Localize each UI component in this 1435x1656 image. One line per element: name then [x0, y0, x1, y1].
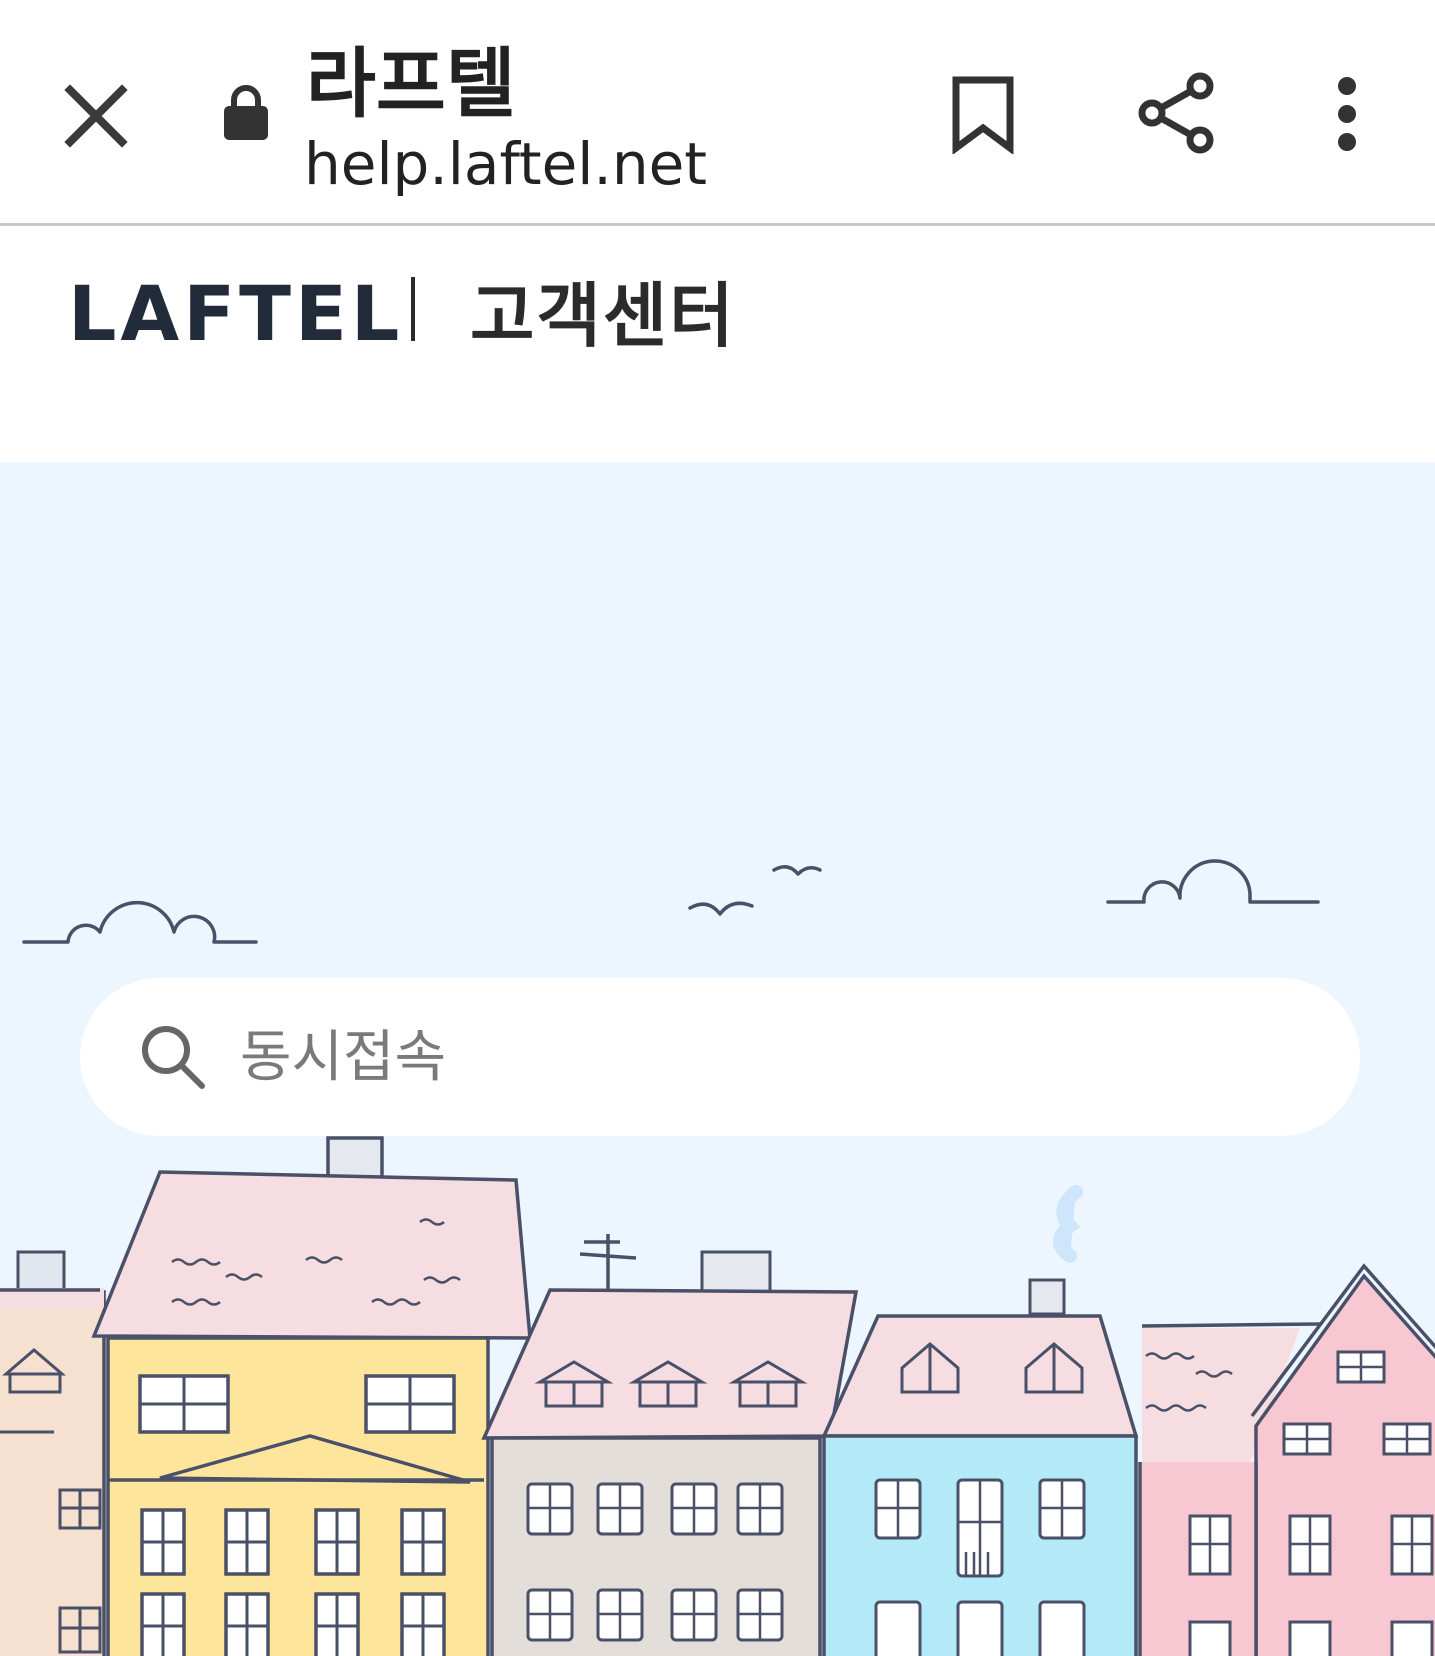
search-input[interactable]: [240, 1012, 1320, 1102]
house-yellow: [91, 1136, 532, 1656]
page-url[interactable]: help.laftel.net: [304, 128, 707, 200]
header-divider: [411, 277, 415, 341]
browser-toolbar: 라프텔 help.laftel.net: [0, 0, 1435, 226]
close-icon[interactable]: [58, 78, 134, 154]
search-bar[interactable]: [80, 978, 1360, 1136]
site-header: LAFTEL 고객센터: [0, 229, 1435, 462]
bookmark-icon[interactable]: [946, 74, 1020, 154]
section-title: 고객센터: [470, 275, 736, 357]
share-icon[interactable]: [1136, 70, 1218, 156]
hero-banner: [0, 462, 1435, 1656]
house-gray: [481, 1234, 859, 1656]
house-blue: [821, 1185, 1139, 1656]
laftel-logo[interactable]: LAFTEL: [68, 269, 403, 359]
house-peach: [0, 1250, 106, 1656]
lock-icon: [224, 85, 268, 140]
more-vertical-icon[interactable]: [1324, 76, 1370, 152]
page-title: 라프텔: [306, 39, 516, 128]
house-pink: [1138, 1263, 1435, 1656]
search-icon[interactable]: [138, 1022, 210, 1094]
